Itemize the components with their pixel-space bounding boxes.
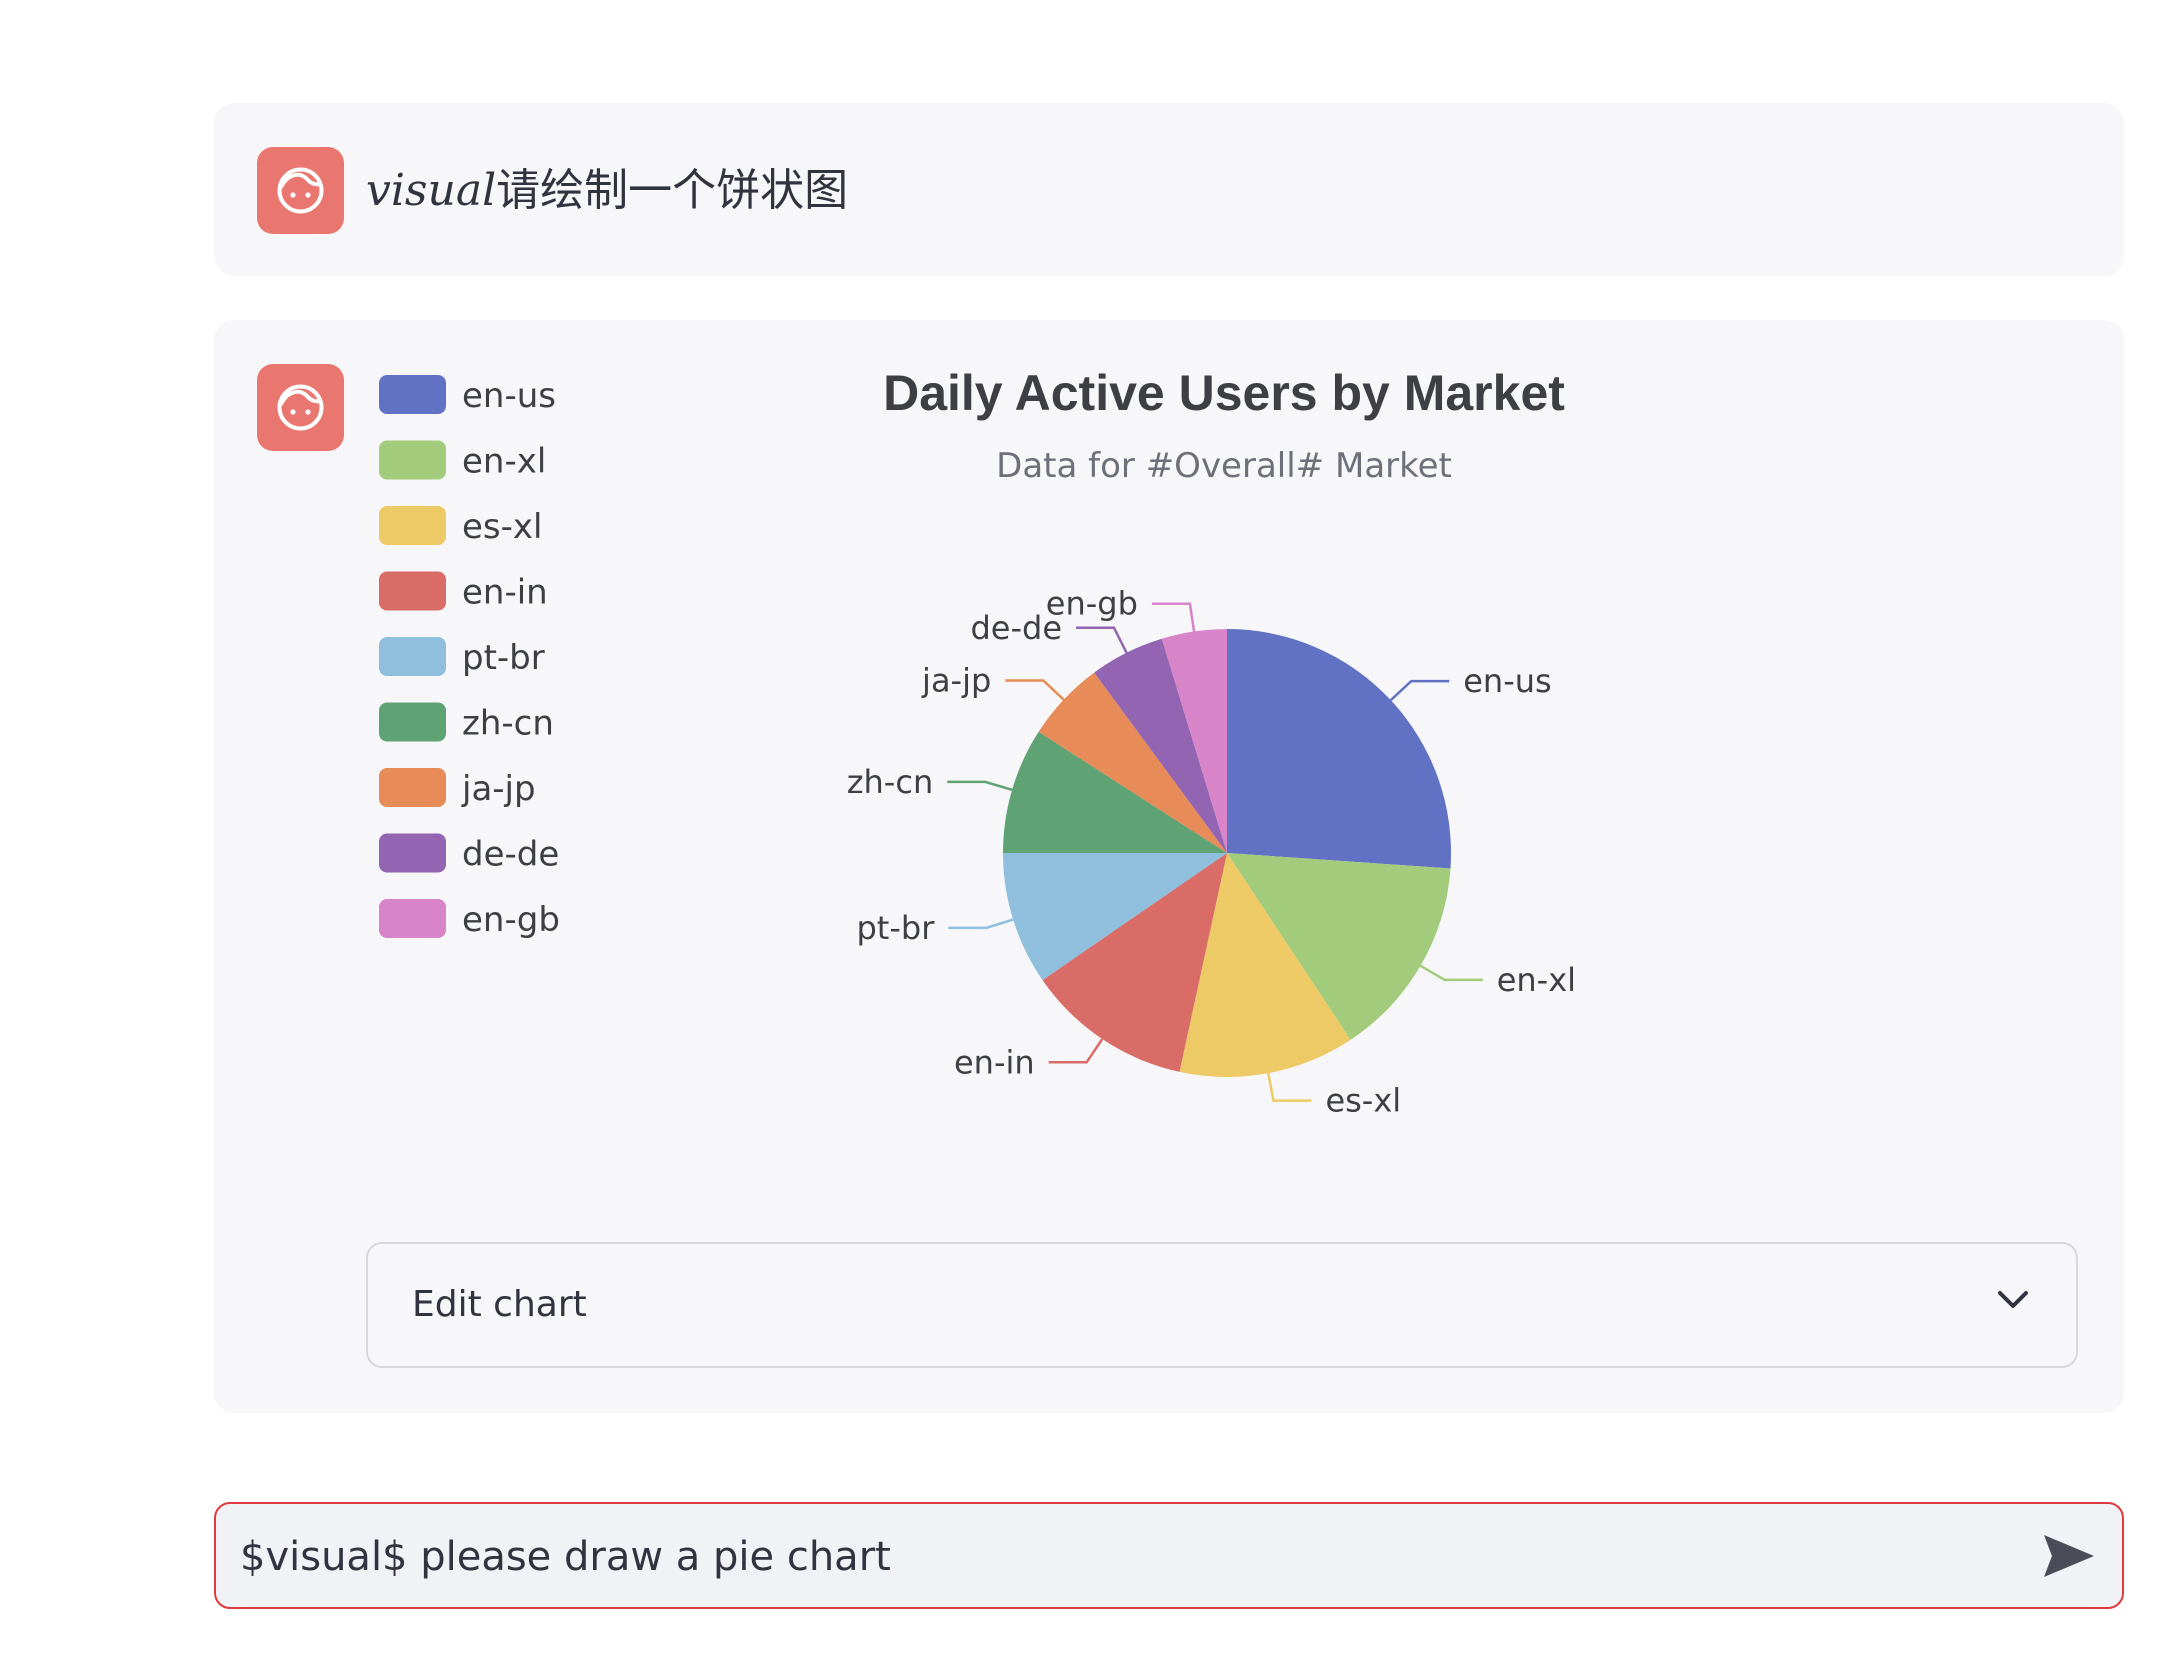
pie-slices	[1003, 629, 1451, 1077]
legend-label-en-xl[interactable]: en-xl	[462, 442, 546, 482]
legend-swatch-en-in[interactable]	[379, 571, 446, 611]
slice-label-en-gb: en-gb	[1046, 585, 1138, 623]
legend-label-es-xl[interactable]: es-xl	[462, 507, 542, 547]
chart-legend: en-us en-xl es-xl en-in pt-br zh-cn ja-jp de-de…	[379, 375, 560, 940]
legend-label-en-in[interactable]: en-in	[462, 573, 548, 613]
leader-line-pt-br	[948, 918, 1014, 930]
pie-chart: Daily Active Users by Market Data for #O…	[379, 365, 1576, 1120]
leader-line-es-xl	[1267, 1072, 1312, 1102]
send-icon[interactable]	[2042, 1532, 2096, 1580]
legend-swatch-ja-jp[interactable]	[379, 768, 446, 807]
chat-input[interactable]: $visual$ please draw a pie chart	[214, 1502, 2124, 1609]
legend-swatch-de-de[interactable]	[379, 833, 446, 873]
legend-label-pt-br[interactable]: pt-br	[462, 638, 545, 678]
slice-label-en-xl: en-xl	[1497, 961, 1576, 999]
legend-label-zh-cn[interactable]: zh-cn	[462, 704, 554, 744]
legend-label-en-us[interactable]: en-us	[462, 376, 556, 416]
assistant-message-card: Daily Active Users by Market Data for #O…	[214, 320, 2124, 1413]
leader-line-de-de	[1076, 626, 1128, 654]
legend-swatch-es-xl[interactable]	[379, 506, 446, 545]
legend-swatch-en-gb[interactable]	[379, 899, 446, 938]
legend-label-en-gb[interactable]: en-gb	[462, 900, 560, 940]
pie-slice-en-us[interactable]	[1227, 629, 1451, 869]
slice-label-en-us: en-us	[1463, 662, 1551, 700]
user-message-text: visual请绘制一个饼状图	[366, 165, 849, 216]
leader-line-en-gb	[1151, 602, 1196, 632]
chart-subtitle: Data for #Overall# Market	[996, 446, 1452, 486]
edit-chart-expander[interactable]: Edit chart	[366, 1242, 2078, 1368]
legend-label-de-de[interactable]: de-de	[462, 835, 559, 875]
chevron-down-icon	[1998, 1291, 2028, 1308]
leader-line-en-in	[1048, 1038, 1104, 1064]
slice-label-pt-br: pt-br	[856, 909, 935, 947]
leader-line-zh-cn	[947, 780, 1013, 792]
slice-label-zh-cn: zh-cn	[847, 763, 934, 801]
legend-swatch-en-xl[interactable]	[379, 440, 446, 480]
leader-line-ja-jp	[1005, 679, 1065, 701]
legend-label-ja-jp[interactable]: ja-jp	[461, 769, 536, 809]
user-avatar	[257, 147, 344, 234]
slice-label-en-in: en-in	[954, 1043, 1035, 1081]
legend-swatch-pt-br[interactable]	[379, 637, 446, 676]
user-message-card: visual请绘制一个饼状图	[214, 103, 2124, 276]
legend-swatch-zh-cn[interactable]	[379, 702, 446, 742]
leader-line-en-xl	[1419, 964, 1483, 982]
leader-line-en-us	[1389, 679, 1450, 702]
chat-input-value: $visual$ please draw a pie chart	[240, 1534, 891, 1580]
edit-chart-label: Edit chart	[412, 1284, 587, 1325]
face-icon	[277, 167, 324, 214]
slice-label-ja-jp: ja-jp	[921, 661, 991, 699]
slice-label-es-xl: es-xl	[1325, 1082, 1401, 1120]
legend-swatch-en-us[interactable]	[379, 375, 446, 414]
chart-title: Daily Active Users by Market	[883, 365, 1565, 421]
